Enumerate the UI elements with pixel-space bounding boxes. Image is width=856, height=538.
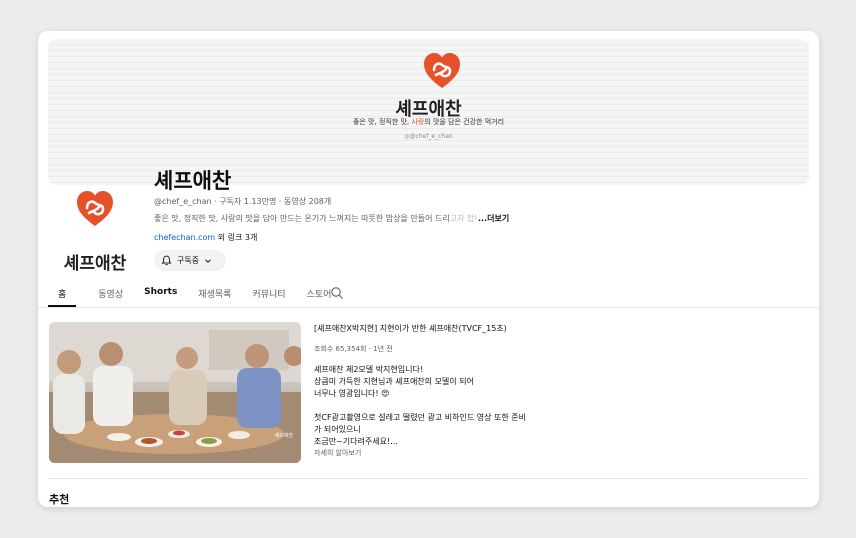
description-line: 첫CF광고촬영으로 설레고 떨렸던 광고 비하인드 영상 또한 준비 bbox=[314, 413, 526, 422]
channel-meta: @chef_e_chan · 구독자 1.13만명 · 동영상 208개 bbox=[154, 197, 332, 206]
channel-tabs: 홈 동영상 Shorts 재생목록 커뮤니티 스토어 bbox=[48, 283, 352, 307]
channel-description[interactable]: 좋은 맛, 정직한 맛, 사랑의 맛을 담아 만드는 온기가 느껴지는 따뜻한 … bbox=[154, 213, 524, 224]
instagram-handle: @chef_e_chan bbox=[409, 133, 453, 140]
tagline-post: 의 맛을 담은 건강한 먹거리 bbox=[424, 118, 505, 126]
tab-shorts[interactable]: Shorts bbox=[144, 283, 177, 307]
channel-links: chefechan.com 외 링크 3개 bbox=[154, 232, 257, 243]
description-line: 상큼미 가득한 지현님과 셰프애찬의 모델이 되어 bbox=[314, 377, 474, 386]
featured-video-description: 셰프애찬 제2모델 박지현입니다! 상큼미 가득한 지현님과 셰프애찬의 모델이… bbox=[314, 364, 526, 448]
tab-home[interactable]: 홈 bbox=[48, 283, 77, 307]
avatar-brand-name: 셰프애찬 bbox=[63, 254, 127, 274]
featured-video-title[interactable]: [셰프애찬X박지현] 지현이가 반한 셰프애찬(TVCF_15초) bbox=[314, 323, 507, 334]
description-line: 셰프애찬 제2모델 박지현입니다! bbox=[314, 365, 424, 374]
thumbnail-watermark: 셰프애찬 bbox=[274, 433, 293, 439]
learn-more-link[interactable]: 자세히 알아보기 bbox=[314, 448, 361, 458]
description-line bbox=[314, 400, 526, 412]
description-more-link[interactable]: ...더보기 bbox=[476, 213, 510, 224]
heart-logo-icon bbox=[77, 191, 113, 226]
description-line: 너무나 영광입니다! 😍 bbox=[314, 389, 390, 398]
channel-link-extra[interactable]: 외 링크 3개 bbox=[215, 233, 258, 242]
channel-banner: 셰프애찬 좋은 맛, 정직한 맛, 사랑의 맛을 담은 건강한 먹거리 ◎@ch… bbox=[48, 39, 809, 185]
section-divider bbox=[48, 478, 809, 479]
heart-logo-icon bbox=[424, 53, 460, 88]
featured-video-thumbnail[interactable]: 셰프애찬 bbox=[49, 322, 301, 463]
subscribed-label: 구독중 bbox=[177, 256, 200, 265]
channel-page: 셰프애찬 좋은 맛, 정직한 맛, 사랑의 맛을 담은 건강한 먹거리 ◎@ch… bbox=[38, 31, 819, 507]
banner-tagline: 좋은 맛, 정직한 맛, 사랑의 맛을 담은 건강한 먹거리 bbox=[48, 117, 809, 127]
description-text: 좋은 맛, 정직한 맛, 사랑의 맛을 담아 만드는 온기가 느껴지는 따뜻한 … bbox=[154, 214, 450, 223]
search-icon[interactable] bbox=[330, 286, 344, 300]
tabs-divider bbox=[38, 307, 819, 308]
featured-video-meta: 조회수 65,354회 · 1년 전 bbox=[314, 345, 393, 353]
tab-playlists[interactable]: 재생목록 bbox=[198, 283, 231, 307]
description-line: 조금만~기다려주세요!... bbox=[314, 437, 398, 446]
tab-community[interactable]: 커뮤니티 bbox=[252, 283, 285, 307]
chevron-down-icon bbox=[205, 258, 211, 263]
tab-store[interactable]: 스토어 bbox=[307, 283, 332, 307]
subscribed-button[interactable]: 구독중 bbox=[154, 250, 226, 271]
section-title-recommended: 추천 bbox=[49, 493, 70, 506]
banner-instagram: ◎@chef_e_chan bbox=[48, 133, 809, 140]
channel-title: 셰프애찬 bbox=[154, 169, 232, 193]
channel-avatar[interactable]: 셰프애찬 bbox=[54, 187, 136, 283]
tagline-highlight: 사랑 bbox=[411, 118, 425, 126]
tab-videos[interactable]: 동영상 bbox=[98, 283, 123, 307]
tagline-pre: 좋은 맛, 정직한 맛, bbox=[352, 118, 412, 126]
bell-icon bbox=[161, 255, 172, 266]
channel-link-url[interactable]: chefechan.com bbox=[154, 233, 215, 242]
thumbnail-scene bbox=[49, 322, 301, 463]
description-line: 가 되어있으니 bbox=[314, 425, 361, 434]
